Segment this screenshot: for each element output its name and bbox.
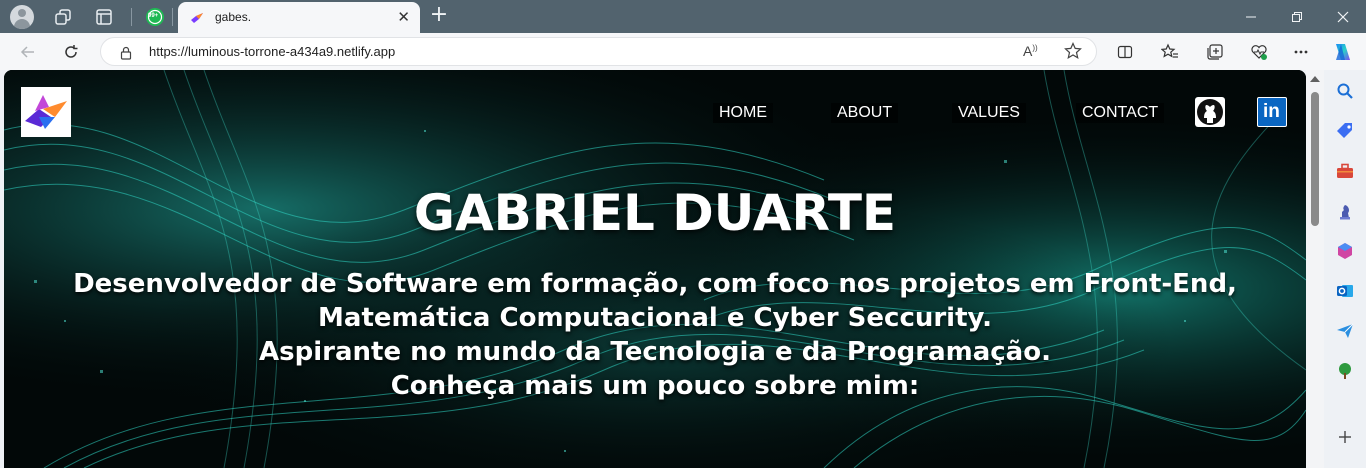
- site-logo[interactable]: [21, 87, 71, 137]
- outlook-icon[interactable]: [1333, 279, 1357, 303]
- notification-badge: 99+: [148, 13, 159, 19]
- scrollbar-thumb[interactable]: [1311, 92, 1319, 226]
- scroll-up-arrow-icon[interactable]: [1310, 76, 1320, 82]
- tab-close-icon[interactable]: ✕: [397, 8, 410, 26]
- url-text[interactable]: https://luminous-torrone-a434a9.netlify.…: [149, 44, 395, 59]
- profile-avatar-icon[interactable]: [10, 5, 34, 29]
- nav-about-link[interactable]: ABOUT: [831, 103, 899, 123]
- page-viewport: HOME ABOUT VALUES CONTACT in GABRIEL DUA…: [4, 70, 1306, 468]
- hero-line: Desenvolvedor de Software em formação, c…: [73, 269, 1237, 299]
- split-screen-icon[interactable]: [1112, 39, 1138, 65]
- favorites-icon[interactable]: [1157, 39, 1183, 65]
- collections-icon[interactable]: [1202, 39, 1228, 65]
- search-icon[interactable]: [1333, 79, 1357, 103]
- office-icon[interactable]: [1333, 239, 1357, 263]
- page-scrollbar[interactable]: [1306, 70, 1324, 468]
- site-favicon-icon: [190, 10, 204, 24]
- nav-values-link[interactable]: VALUES: [952, 103, 1026, 123]
- close-window-button[interactable]: [1320, 0, 1366, 33]
- tag-icon[interactable]: [1333, 119, 1357, 143]
- tree-icon[interactable]: [1333, 359, 1357, 383]
- star-icon[interactable]: [1064, 42, 1082, 64]
- whatsapp-icon[interactable]: 99+: [143, 5, 167, 29]
- linkedin-label: in: [1263, 101, 1280, 122]
- refresh-icon[interactable]: [58, 39, 84, 65]
- read-aloud-icon[interactable]: A)): [1023, 43, 1038, 59]
- add-icon[interactable]: [1333, 425, 1357, 449]
- tab-separator: [172, 8, 173, 26]
- chess-icon[interactable]: [1333, 199, 1357, 223]
- heart-pulse-icon[interactable]: [1246, 39, 1272, 65]
- hero-description: Desenvolvedor de Software em formação, c…: [4, 267, 1306, 403]
- browser-toolbar: https://luminous-torrone-a434a9.netlify.…: [0, 33, 1366, 70]
- more-icon[interactable]: [1288, 39, 1314, 65]
- back-arrow-icon[interactable]: [15, 39, 41, 65]
- tab-active[interactable]: gabes. ✕: [178, 2, 420, 33]
- workspaces-icon[interactable]: [51, 5, 75, 29]
- nav-home-link[interactable]: HOME: [713, 103, 773, 123]
- edge-sidebar: [1324, 70, 1366, 468]
- minimize-button[interactable]: [1228, 0, 1274, 33]
- nav-contact-link[interactable]: CONTACT: [1076, 103, 1165, 123]
- address-bar[interactable]: https://luminous-torrone-a434a9.netlify.…: [100, 37, 1097, 66]
- copilot-icon[interactable]: [1330, 39, 1356, 65]
- hero-line: Aspirante no mundo da Tecnologia e da Pr…: [259, 337, 1051, 367]
- tab-title: gabes.: [215, 10, 252, 24]
- new-tab-button[interactable]: +: [428, 4, 450, 28]
- hero-line: Matemática Computacional e Cyber Seccuri…: [318, 303, 992, 333]
- toolbox-icon[interactable]: [1333, 159, 1357, 183]
- tab-separator: [131, 8, 132, 26]
- send-icon[interactable]: [1333, 319, 1357, 343]
- tab-actions-icon[interactable]: [92, 5, 116, 29]
- hero-title: GABRIEL DUARTE: [413, 184, 897, 242]
- lock-icon[interactable]: [120, 45, 132, 64]
- restore-button[interactable]: [1274, 0, 1320, 33]
- linkedin-icon[interactable]: in: [1257, 97, 1287, 127]
- hero-line: Conheça mais um pouco sobre mim:: [390, 371, 920, 401]
- browser-tab-bar: 99+ gabes. ✕ +: [0, 0, 1366, 33]
- github-icon[interactable]: [1195, 97, 1225, 127]
